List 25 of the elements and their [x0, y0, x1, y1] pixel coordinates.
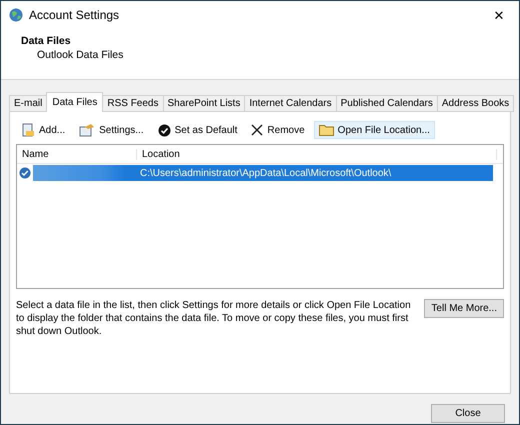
header-title: Data Files — [21, 35, 72, 47]
location-cell-text: C:\Users\administrator\AppData\Local\Microsoft\Outlook\ — [139, 168, 392, 178]
toolbar-button[interactable]: Add... — [16, 120, 70, 140]
column-header[interactable]: Location — [137, 148, 497, 160]
toolbar-button[interactable]: Set as Default — [152, 120, 242, 140]
tab[interactable]: Data Files — [46, 92, 104, 112]
tab[interactable]: Address Books — [436, 95, 514, 112]
x-icon — [251, 124, 264, 136]
close-button[interactable]: Close — [431, 404, 505, 423]
toolbar-button[interactable]: Settings... — [74, 120, 149, 140]
check-circle-icon — [158, 124, 171, 136]
globe-icon — [9, 8, 23, 22]
file-settings-icon — [79, 123, 96, 137]
description-text: Select a data file in the list, then click Settings for more details or click Open File Location to display the folder that contains the data file. To move or copy these files, you must first shut down Outlook. — [16, 299, 412, 338]
toolbar-button[interactable]: Open File Location... — [314, 121, 435, 139]
tell-me-more-button[interactable]: Tell Me More... — [424, 299, 504, 318]
toolbar-button[interactable]: Remove — [246, 121, 310, 139]
tab[interactable]: E-mail — [9, 95, 48, 112]
column-header[interactable]: Name — [17, 148, 137, 160]
close-icon[interactable]: ✕ — [479, 8, 519, 22]
file-add-icon — [21, 123, 35, 137]
folder-icon — [318, 124, 334, 136]
selected-row[interactable]: C:\Users\administrator\AppData\Local\Microsoft\Outlook\ — [33, 165, 493, 181]
header-subtitle: Outlook Data Files — [36, 49, 124, 61]
window-title: Account Settings — [29, 8, 120, 22]
